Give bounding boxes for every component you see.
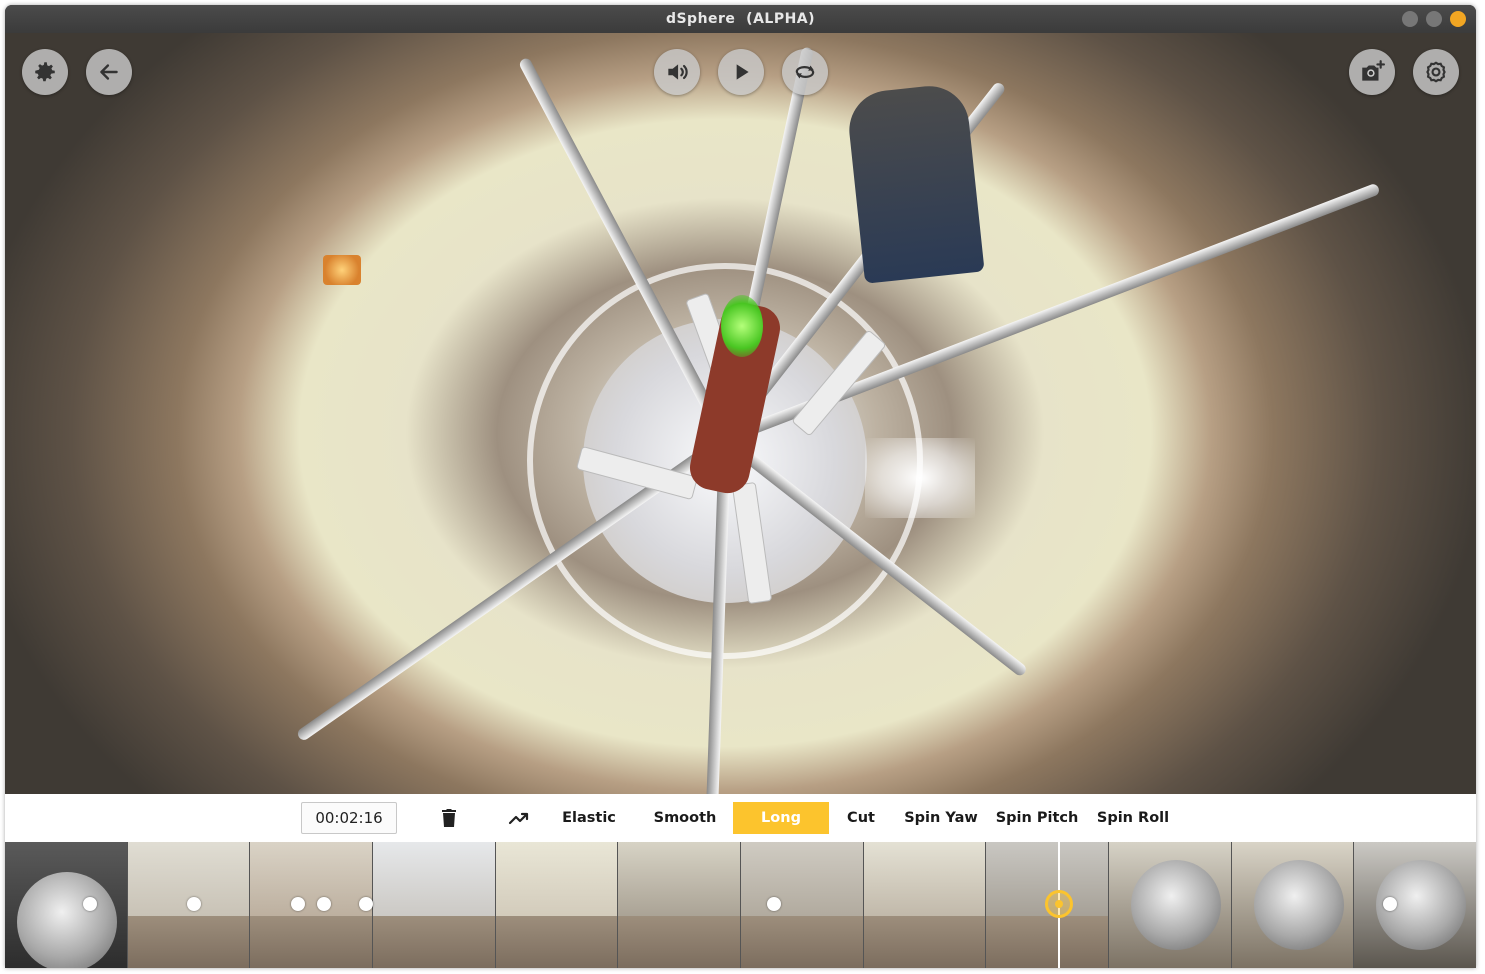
mode-elastic[interactable]: Elastic: [545, 802, 633, 834]
edit-toolbar: 00:02:16 Elastic Smooth Long Cut Spin Ya…: [5, 794, 1476, 842]
mode-spin-pitch[interactable]: Spin Pitch: [992, 802, 1082, 834]
timeline-thumbnail[interactable]: [863, 842, 987, 968]
keyframe-marker[interactable]: [1383, 897, 1397, 911]
window-glare: [865, 438, 975, 518]
timeline-filmstrip[interactable]: [5, 842, 1476, 968]
keyframe-marker[interactable]: [317, 897, 331, 911]
mode-long[interactable]: Long: [733, 802, 829, 834]
settings-button[interactable]: [22, 49, 68, 95]
preferences-gear-icon: [1426, 61, 1446, 83]
playhead-handle[interactable]: [1045, 890, 1073, 918]
add-camera-icon: [1362, 60, 1385, 81]
time-display: 00:02:16: [301, 802, 397, 834]
timeline-thumbnail[interactable]: [1109, 842, 1232, 968]
keyframe-marker[interactable]: [291, 897, 305, 911]
back-arrow-icon: [100, 64, 118, 80]
keyframe-marker[interactable]: [187, 897, 201, 911]
app-window: dSphere (ALPHA) 00:02:16 Elastic Smooth …: [5, 5, 1476, 968]
timeline-thumbnail[interactable]: [5, 842, 128, 968]
timeline-thumbnail[interactable]: [1231, 842, 1355, 968]
wall-lamp: [323, 255, 361, 285]
settings-icon: [35, 62, 55, 82]
timeline-thumbnail[interactable]: [1354, 842, 1476, 968]
trash-icon[interactable]: [437, 806, 461, 830]
trend-line-icon[interactable]: [508, 806, 532, 830]
keyframe-marker[interactable]: [359, 897, 373, 911]
timeline-thumbnail[interactable]: [373, 842, 496, 968]
maximize-button[interactable]: [1426, 11, 1442, 27]
loop-button[interactable]: [782, 49, 828, 95]
mode-smooth[interactable]: Smooth: [641, 802, 729, 834]
close-button[interactable]: [1450, 11, 1466, 27]
keyframe-marker[interactable]: [83, 897, 97, 911]
back-button[interactable]: [86, 49, 132, 95]
mode-cut[interactable]: Cut: [835, 802, 887, 834]
volume-button[interactable]: [654, 49, 700, 95]
preferences-button[interactable]: [1413, 49, 1459, 95]
keyframe-marker[interactable]: [767, 897, 781, 911]
play-icon: [736, 64, 749, 80]
window-controls: [1402, 11, 1466, 27]
panorama-viewer[interactable]: [5, 33, 1476, 794]
volume-icon: [668, 64, 688, 80]
mode-spin-yaw[interactable]: Spin Yaw: [898, 802, 984, 834]
person: [845, 82, 985, 284]
play-button[interactable]: [718, 49, 764, 95]
loop-icon: [795, 65, 815, 79]
minimize-button[interactable]: [1402, 11, 1418, 27]
drone-led: [721, 295, 763, 357]
timeline-thumbnail[interactable]: [741, 842, 864, 968]
timeline-thumbnail[interactable]: [495, 842, 619, 968]
mode-spin-roll[interactable]: Spin Roll: [1092, 802, 1174, 834]
title-bar[interactable]: dSphere (ALPHA): [5, 5, 1476, 33]
window-title: dSphere (ALPHA): [665, 11, 816, 27]
timeline-thumbnail[interactable]: [618, 842, 742, 968]
snapshot-button[interactable]: [1349, 49, 1395, 95]
timeline-thumbnail[interactable]: [250, 842, 374, 968]
